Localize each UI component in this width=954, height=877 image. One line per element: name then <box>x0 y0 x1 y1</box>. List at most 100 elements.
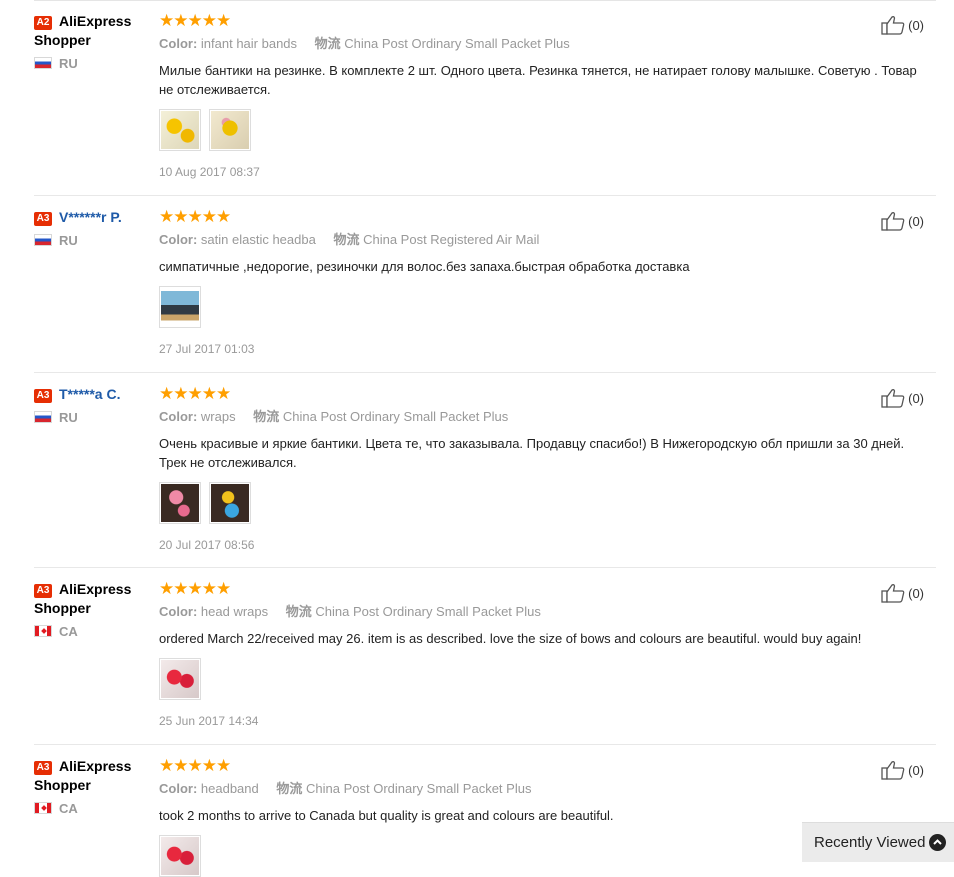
color-value: wraps <box>200 409 236 424</box>
color-value: satin elastic headba <box>200 232 316 247</box>
review-date: 20 Jul 2017 08:56 <box>159 538 255 552</box>
review-photos <box>159 109 929 151</box>
package-photo <box>161 288 199 326</box>
review-date: 25 Jun 2017 14:34 <box>159 714 259 728</box>
review-item: A3 AliExpress Shopper CA ★★★★★ Color: hea… <box>34 756 936 877</box>
reviewer-info: A3 T*****a C. RU <box>34 385 152 425</box>
canada-flag-icon <box>34 625 52 637</box>
like-button[interactable]: (0) <box>881 15 924 35</box>
reviewer-name[interactable]: A3 V******r P. <box>34 208 152 227</box>
review-attributes: Color: head wraps 物流 China Post Ordinary… <box>159 604 929 620</box>
star-rating: ★★★★★ <box>159 207 231 226</box>
reviewer-country: RU <box>34 233 152 248</box>
review-photo-thumbnail[interactable] <box>159 658 201 700</box>
color-label: Color: <box>159 604 198 619</box>
review-photo-thumbnail[interactable] <box>159 286 201 328</box>
color-label: Color: <box>159 409 198 424</box>
reviewer-info: A3 AliExpress Shopper CA <box>34 757 152 816</box>
review-content: ★★★★★ Color: satin elastic headba 物流 Chi… <box>159 208 929 356</box>
reviewer-country: RU <box>34 56 152 71</box>
reviewer-country: RU <box>34 410 152 425</box>
reviewer-name: A3 AliExpress Shopper <box>34 581 132 616</box>
review-photos <box>159 286 929 328</box>
reviewer-name: A2 AliExpress Shopper <box>34 13 132 48</box>
reviewer-info: A2 AliExpress Shopper RU <box>34 12 152 71</box>
review-photos <box>159 482 929 524</box>
review-attributes: Color: wraps 物流 China Post Ordinary Smal… <box>159 409 929 425</box>
color-label: Color: <box>159 781 198 796</box>
buyer-level-badge: A3 <box>34 212 52 226</box>
like-count: (0) <box>908 17 924 33</box>
reviewer-country: CA <box>34 624 152 639</box>
color-value: infant hair bands <box>200 36 298 51</box>
red-bows-photo <box>161 660 199 698</box>
review-text: ordered March 22/received may 26. item i… <box>159 631 862 646</box>
review-content: ★★★★★ Color: infant hair bands 物流 China … <box>159 12 929 179</box>
review-photo-thumbnail[interactable] <box>209 482 252 524</box>
review-item: A3 T*****a C. RU ★★★★★ Color: wraps 物流 Ch… <box>34 385 936 568</box>
color-value: headband <box>200 781 259 796</box>
like-count: (0) <box>908 585 924 601</box>
shipping-label: 物流 <box>314 36 341 51</box>
reviewer-info: A3 AliExpress Shopper CA <box>34 580 152 639</box>
review-item: A3 V******r P. RU ★★★★★ Color: satin elas… <box>34 208 936 373</box>
review-photo-thumbnail[interactable] <box>159 109 201 151</box>
shipping-value: China Post Ordinary Small Packet Plus <box>282 409 509 424</box>
chevron-up-icon <box>929 834 946 851</box>
reviewer-info: A3 V******r P. RU <box>34 208 152 248</box>
review-text: Очень красивые и яркие бантики. Цвета те… <box>159 436 905 470</box>
review-photo-thumbnail[interactable] <box>159 482 201 524</box>
russia-flag-icon <box>34 57 52 69</box>
top-divider <box>34 0 936 1</box>
buyer-level-badge: A3 <box>34 389 52 403</box>
review-text: симпатичные ,недорогие, резиночки для во… <box>159 259 690 274</box>
review-attributes: Color: infant hair bands 物流 China Post O… <box>159 36 929 52</box>
shipping-value: China Post Registered Air Mail <box>363 232 540 247</box>
review-attributes: Color: satin elastic headba 物流 China Pos… <box>159 232 929 248</box>
like-button[interactable]: (0) <box>881 211 924 231</box>
review-text: Милые бантики на резинке. В комплекте 2 … <box>159 63 917 97</box>
yellow-bows-photo <box>161 111 199 149</box>
shipping-label: 物流 <box>253 409 280 424</box>
star-rating: ★★★★★ <box>159 756 231 775</box>
review-attributes: Color: headband 物流 China Post Ordinary S… <box>159 781 929 797</box>
thumbs-up-icon <box>881 389 905 408</box>
color-value: head wraps <box>200 604 269 619</box>
shipping-value: China Post Ordinary Small Packet Plus <box>315 604 541 619</box>
color-label: Color: <box>159 36 198 51</box>
russia-flag-icon <box>34 411 52 423</box>
review-photo-thumbnail[interactable] <box>209 109 252 151</box>
like-count: (0) <box>908 762 924 778</box>
star-rating: ★★★★★ <box>159 579 231 598</box>
review-content: ★★★★★ Color: head wraps 物流 China Post Or… <box>159 580 929 728</box>
like-button[interactable]: (0) <box>881 388 924 408</box>
color-label: Color: <box>159 232 198 247</box>
review-content: ★★★★★ Color: wraps 物流 China Post Ordinar… <box>159 385 929 552</box>
like-button[interactable]: (0) <box>881 760 924 780</box>
thumbs-up-icon <box>881 584 905 603</box>
buyer-level-badge: A2 <box>34 16 52 30</box>
recently-viewed-button[interactable]: Recently Viewed <box>802 822 954 862</box>
red-bows-photo <box>161 837 199 875</box>
reviewer-country: CA <box>34 801 152 816</box>
canada-flag-icon <box>34 802 52 814</box>
yellow-bow-photo <box>211 111 250 149</box>
star-rating: ★★★★★ <box>159 384 231 403</box>
review-date: 10 Aug 2017 08:37 <box>159 165 260 179</box>
shipping-label: 物流 <box>333 232 360 247</box>
star-rating: ★★★★★ <box>159 11 231 30</box>
thumbs-up-icon <box>881 212 905 231</box>
shipping-value: China Post Ordinary Small Packet Plus <box>306 781 532 796</box>
review-photo-thumbnail[interactable] <box>159 835 201 877</box>
like-count: (0) <box>908 213 924 229</box>
thumbs-up-icon <box>881 761 905 780</box>
pink-bows-photo <box>161 484 199 522</box>
buyer-level-badge: A3 <box>34 761 52 775</box>
reviewer-name[interactable]: A3 T*****a C. <box>34 385 152 404</box>
recently-viewed-label: Recently Viewed <box>814 834 926 851</box>
review-date: 27 Jul 2017 01:03 <box>159 342 255 356</box>
like-count: (0) <box>908 390 924 406</box>
like-button[interactable]: (0) <box>881 583 924 603</box>
blue-bows-photo <box>211 484 250 522</box>
shipping-value: China Post Ordinary Small Packet Plus <box>344 36 570 51</box>
